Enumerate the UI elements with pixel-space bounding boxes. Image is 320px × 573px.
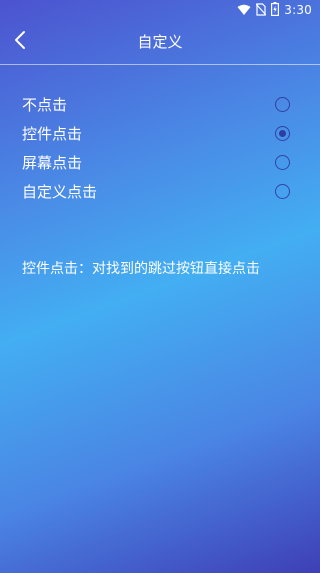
radio-button[interactable] <box>275 155 290 170</box>
app-bar: 自定义 <box>0 20 320 64</box>
no-sim-icon <box>255 1 267 20</box>
click-mode-options: 不点击 控件点击 屏幕点击 自定义点击 <box>0 90 320 206</box>
option-control-click[interactable]: 控件点击 <box>0 119 320 148</box>
wifi-icon <box>237 1 251 20</box>
radio-button[interactable] <box>275 184 290 199</box>
status-icons: 3:30 <box>237 1 312 20</box>
chevron-left-icon <box>14 30 26 54</box>
option-label: 不点击 <box>22 96 68 114</box>
option-label: 自定义点击 <box>22 183 98 201</box>
status-time: 3:30 <box>284 3 312 17</box>
page-title: 自定义 <box>137 33 183 51</box>
radio-dot <box>279 130 286 137</box>
header-divider <box>0 64 320 65</box>
radio-button[interactable] <box>275 97 290 112</box>
battery-charging-icon <box>271 1 280 20</box>
option-screen-click[interactable]: 屏幕点击 <box>0 148 320 177</box>
back-button[interactable] <box>2 24 38 60</box>
option-no-click[interactable]: 不点击 <box>0 90 320 119</box>
radio-button-selected[interactable] <box>275 126 290 141</box>
screen: 3:30 自定义 不点击 控件点击 屏幕点击 自定义点击 控件点击：对找到的跳过… <box>0 0 320 573</box>
status-bar: 3:30 <box>0 0 320 20</box>
option-label: 控件点击 <box>22 125 83 143</box>
mode-description: 控件点击：对找到的跳过按钮直接点击 <box>22 261 260 277</box>
option-label: 屏幕点击 <box>22 154 83 172</box>
option-custom-click[interactable]: 自定义点击 <box>0 177 320 206</box>
